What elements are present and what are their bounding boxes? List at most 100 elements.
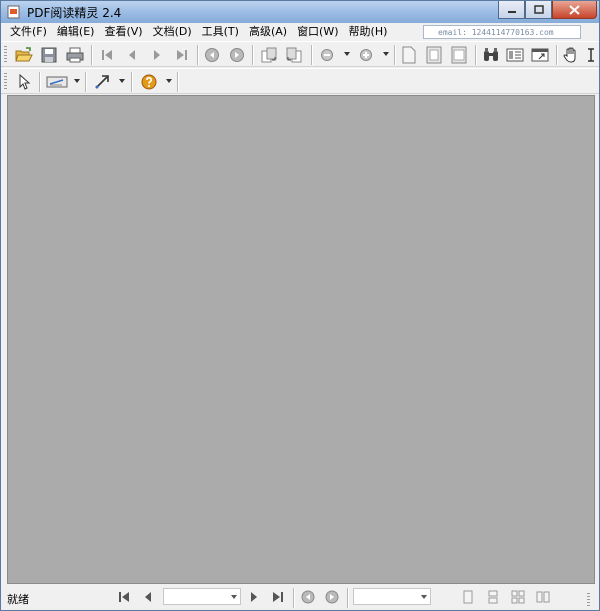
single-page-view-button[interactable] — [459, 588, 477, 606]
menu-window[interactable]: 窗口(W) — [292, 23, 343, 41]
zoom-in-button[interactable] — [356, 45, 376, 65]
rotate-clockwise-button[interactable] — [259, 45, 279, 65]
chevron-down-icon — [421, 595, 427, 599]
toolbar-grip[interactable] — [4, 73, 7, 91]
annotation-tool-button[interactable] — [45, 72, 69, 92]
menu-file[interactable]: 文件(F) — [5, 23, 52, 41]
link-dropdown-arrow[interactable] — [119, 79, 125, 83]
binoculars-icon — [484, 48, 498, 61]
forward-button[interactable] — [227, 45, 247, 65]
zoom-level-combo[interactable] — [353, 588, 431, 605]
fit-width-button[interactable] — [449, 45, 469, 65]
status-separator — [293, 588, 295, 608]
status-prev-page-button[interactable] — [139, 588, 157, 606]
help-dropdown-arrow[interactable] — [166, 79, 172, 83]
prev-page-button[interactable] — [122, 45, 142, 65]
page-icon — [402, 46, 416, 64]
zoom-out-button[interactable] — [317, 45, 337, 65]
page-number-combo[interactable] — [163, 588, 241, 605]
toolbar-grip[interactable] — [4, 46, 7, 64]
actual-size-button[interactable] — [399, 45, 419, 65]
zoom-out-dropdown-arrow[interactable] — [344, 52, 350, 56]
triangle-left-icon — [145, 592, 151, 602]
find-button[interactable] — [481, 45, 501, 65]
toolbar-separator — [252, 45, 254, 65]
document-workspace[interactable] — [7, 95, 595, 584]
annotation-dropdown-arrow[interactable] — [74, 79, 80, 83]
window-controls — [498, 1, 597, 19]
help-button[interactable] — [139, 72, 159, 92]
close-icon — [569, 4, 580, 15]
status-next-page-button[interactable] — [245, 588, 263, 606]
menu-view[interactable]: 查看(V) — [99, 23, 147, 41]
toolbar-separator — [197, 45, 199, 65]
printer-icon — [66, 47, 84, 63]
status-last-page-button[interactable] — [269, 588, 287, 606]
menu-help[interactable]: 帮助(H) — [344, 23, 393, 41]
toolbar-separator — [556, 45, 558, 65]
maximize-icon — [533, 5, 544, 14]
close-button[interactable] — [552, 1, 597, 19]
back-button[interactable] — [202, 45, 222, 65]
status-first-page-button[interactable] — [115, 588, 133, 606]
last-page-button[interactable] — [172, 45, 192, 65]
toolbar-separator — [131, 72, 133, 92]
circle-back-icon — [301, 590, 315, 604]
rotate-page-icon — [261, 47, 277, 63]
first-page-button[interactable] — [97, 45, 117, 65]
help-question-icon — [141, 74, 157, 90]
toolbar-separator — [91, 45, 93, 65]
fit-page-button[interactable] — [424, 45, 444, 65]
menu-document[interactable]: 文档(D) — [148, 23, 197, 41]
zoom-in-dropdown-arrow[interactable] — [383, 52, 389, 56]
open-button[interactable] — [14, 45, 34, 65]
minimize-icon — [507, 10, 516, 13]
circle-forward-icon — [325, 590, 339, 604]
fit-width-icon — [451, 46, 467, 64]
cursor-arrow-icon — [19, 74, 31, 90]
print-button[interactable] — [65, 45, 85, 65]
text-select-button[interactable] — [585, 45, 597, 65]
toolbar-separator — [394, 45, 396, 65]
list-view-icon — [506, 48, 524, 62]
select-tool-button[interactable] — [14, 72, 34, 92]
minimize-button[interactable] — [498, 1, 525, 19]
floppy-save-icon — [41, 47, 57, 63]
save-button[interactable] — [39, 45, 59, 65]
rotate-page-icon — [286, 47, 302, 63]
maximize-button[interactable] — [525, 1, 552, 19]
note-edit-icon — [46, 76, 68, 88]
last-page-icon — [177, 50, 187, 60]
status-bar: 就绪 — [1, 585, 599, 610]
resize-grip[interactable] — [587, 593, 590, 607]
status-back-button[interactable] — [299, 588, 317, 606]
circle-forward-icon — [230, 48, 244, 62]
link-tool-button[interactable] — [92, 72, 112, 92]
facing-continuous-view-button[interactable] — [509, 588, 527, 606]
menu-edit[interactable]: 编辑(E) — [52, 23, 100, 41]
thumbnails-button[interactable] — [505, 45, 525, 65]
last-page-icon — [273, 592, 283, 602]
menu-tools[interactable]: 工具(T) — [197, 23, 244, 41]
main-toolbar — [1, 41, 599, 67]
hand-tool-button[interactable] — [561, 45, 581, 65]
title-bar[interactable]: PDF阅读精灵 2.4 — [1, 1, 599, 23]
continuous-pages-icon — [488, 590, 498, 604]
next-page-button[interactable] — [147, 45, 167, 65]
toolbar-separator — [475, 45, 477, 65]
menu-advanced[interactable]: 高级(A) — [244, 23, 292, 41]
window-title: PDF阅读精灵 2.4 — [27, 6, 122, 20]
continuous-view-button[interactable] — [484, 588, 502, 606]
toolbar-separator — [177, 72, 179, 92]
two-pages-icon — [536, 591, 550, 603]
text-cursor-icon — [588, 48, 594, 62]
folder-open-icon — [15, 47, 33, 62]
zoom-out-icon — [321, 49, 333, 61]
triangle-right-icon — [154, 50, 160, 60]
status-text: 就绪 — [7, 593, 29, 606]
single-page-icon — [463, 590, 473, 604]
facing-view-button[interactable] — [534, 588, 552, 606]
status-forward-button[interactable] — [323, 588, 341, 606]
rotate-counterclockwise-button[interactable] — [284, 45, 304, 65]
fullscreen-button[interactable] — [530, 45, 550, 65]
